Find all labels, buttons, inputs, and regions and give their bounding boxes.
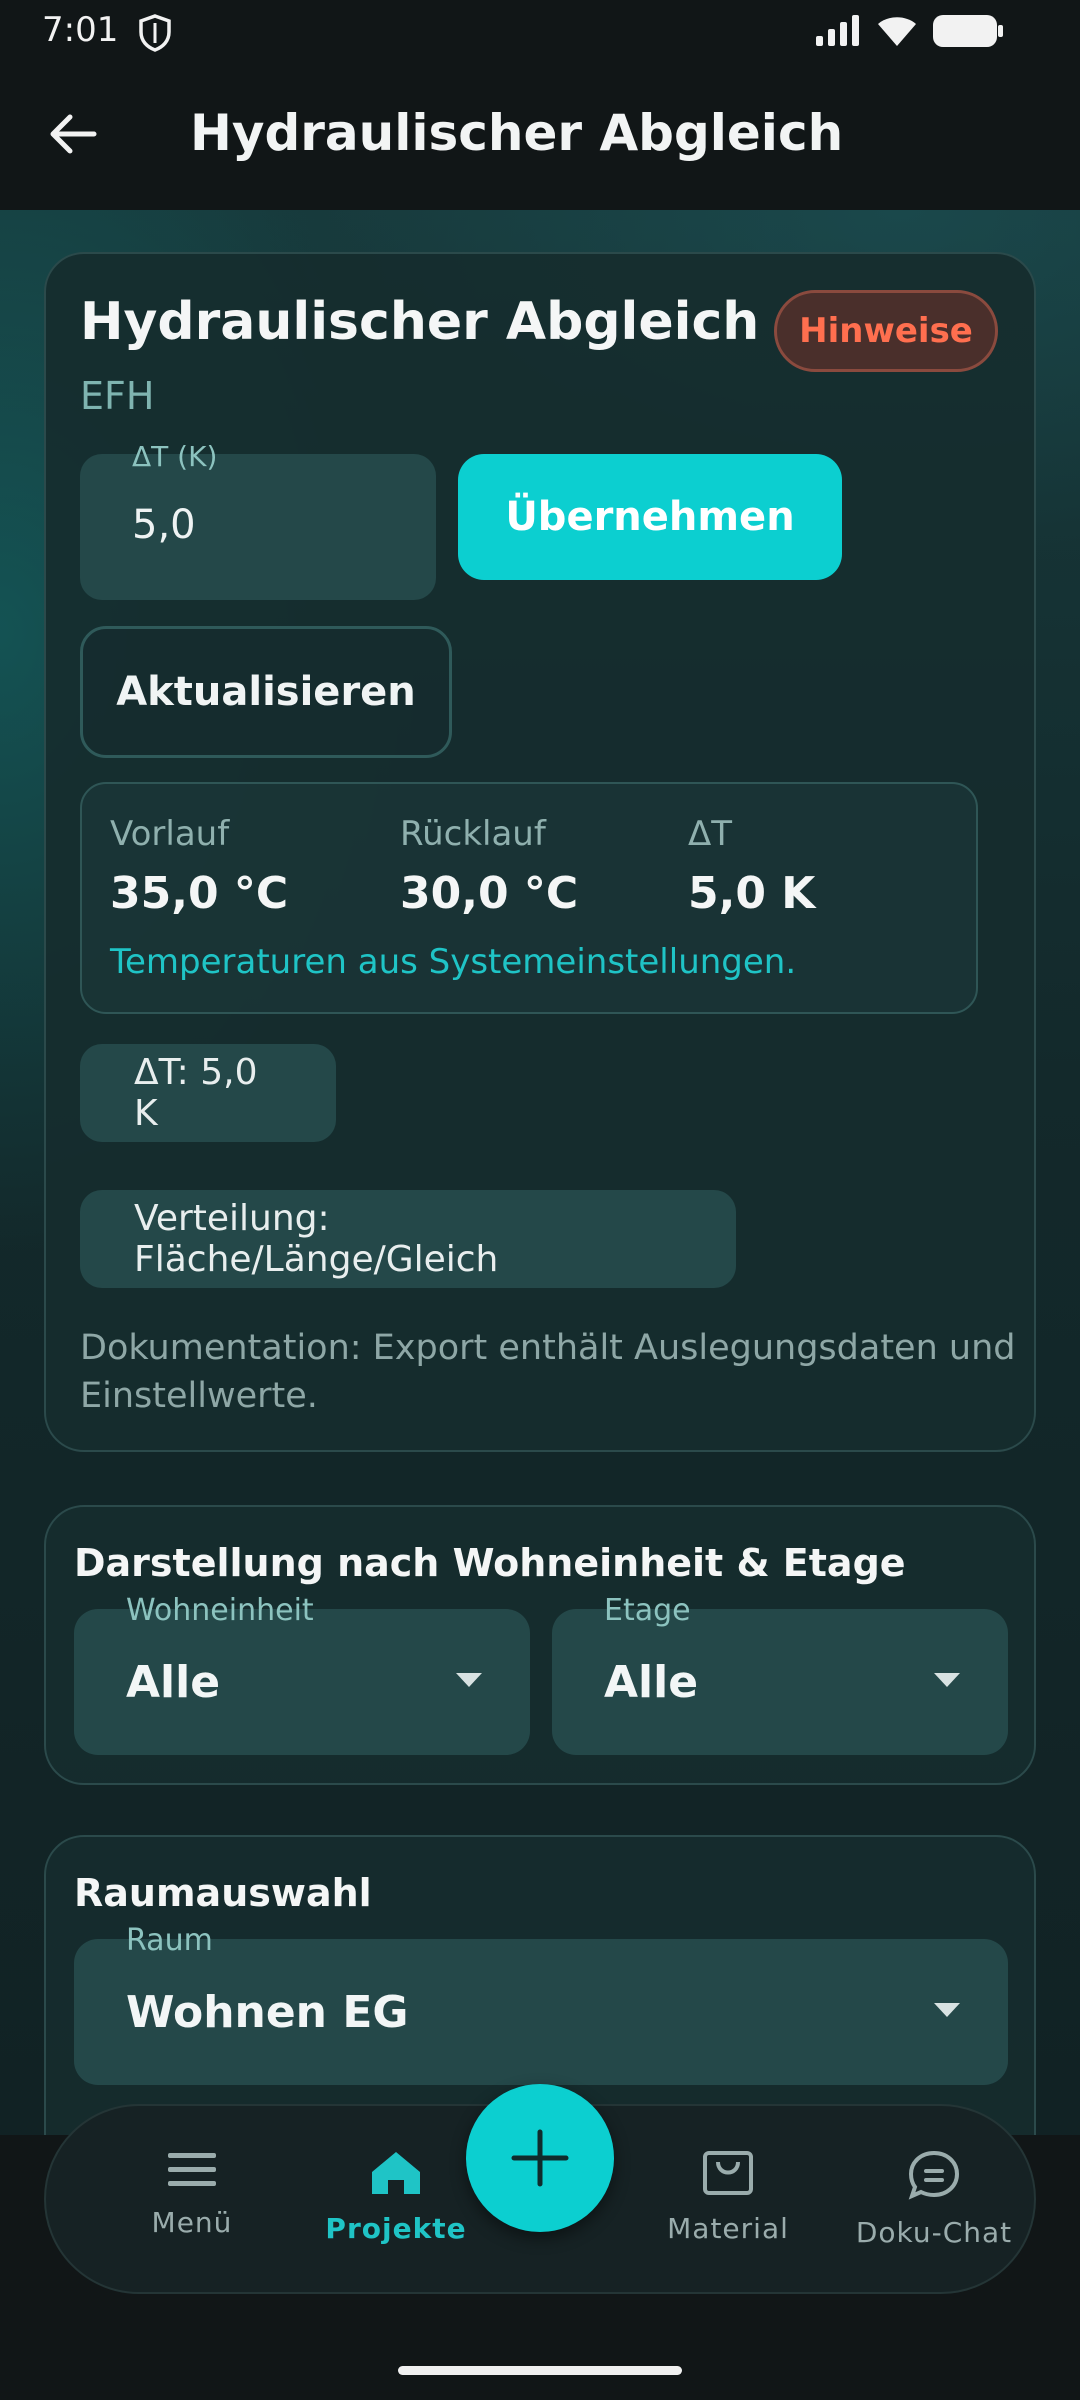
battery-icon [932, 14, 1004, 52]
nav-chat[interactable]: Doku-Chat [834, 2150, 1034, 2249]
documentation-note: Dokumentation: Export enthält Auslegungs… [80, 1328, 1016, 1416]
signal-icon [814, 14, 862, 52]
shield-icon [138, 14, 172, 56]
etage-dropdown[interactable]: Etage Alle [552, 1593, 1008, 1755]
filter-card: Darstellung nach Wohneinheit & Etage Woh… [44, 1505, 1036, 1785]
chevron-down-icon [934, 2003, 960, 2017]
app-bar: Hydraulischer Abgleich [0, 64, 1080, 210]
nav-projects-label: Projekte [325, 2212, 467, 2245]
delta-t-chip[interactable]: ΔT: 5,0 K [80, 1044, 336, 1142]
room-dropdown[interactable]: Raum Wohnen EG [74, 1923, 1008, 2085]
status-time: 7:01 [42, 10, 119, 50]
vorlauf-label: Vorlauf [110, 814, 230, 854]
add-button[interactable] [466, 2084, 614, 2232]
plus-icon [511, 2129, 569, 2187]
room-title: Raumauswahl [74, 1871, 372, 1915]
room-label: Raum [126, 1923, 213, 1958]
content-area: Hydraulischer Abgleich EFH Hinweise ΔT (… [0, 210, 1080, 2135]
delta-t-input[interactable]: ΔT (K) 5,0 [80, 440, 436, 600]
page-title: Hydraulischer Abgleich [190, 104, 844, 162]
wifi-icon [876, 14, 918, 52]
nav-material[interactable]: Material [628, 2150, 828, 2245]
temperature-summary: Vorlauf 35,0 °C Rücklauf 30,0 °C ΔT 5,0 … [80, 782, 978, 1014]
etage-value: Alle [604, 1657, 699, 1708]
wohneinheit-label: Wohneinheit [126, 1593, 314, 1628]
balancing-card: Hydraulischer Abgleich EFH Hinweise ΔT (… [44, 252, 1036, 1452]
card-title: Hydraulischer Abgleich [80, 292, 760, 352]
delta-t-value: 5,0 [132, 502, 196, 548]
home-icon [372, 2152, 420, 2194]
wohneinheit-value: Alle [126, 1657, 221, 1708]
building-type: EFH [80, 374, 155, 418]
distribution-chip[interactable]: Verteilung: Fläche/Länge/Gleich [80, 1190, 736, 1288]
delta-column: ΔT 5,0 K [688, 814, 815, 919]
nav-menu[interactable]: Menü [92, 2150, 292, 2239]
hints-button[interactable]: Hinweise [774, 290, 998, 372]
room-value: Wohnen EG [126, 1987, 409, 2038]
nav-menu-label: Menü [151, 2206, 233, 2239]
nav-material-label: Material [667, 2212, 789, 2245]
temperature-source-note: Temperaturen aus Systemeinstellungen. [110, 942, 797, 982]
delta-t-label: ΔT (K) [132, 440, 218, 473]
ruecklauf-label: Rücklauf [400, 814, 546, 854]
vorlauf-value: 35,0 °C [110, 868, 289, 919]
nav-chat-label: Doku-Chat [855, 2216, 1013, 2249]
apply-button[interactable]: Übernehmen [458, 454, 842, 580]
vorlauf-column: Vorlauf 35,0 °C [110, 814, 288, 919]
refresh-button[interactable]: Aktualisieren [80, 626, 452, 758]
home-indicator[interactable] [398, 2366, 682, 2375]
back-arrow-icon[interactable] [44, 104, 104, 164]
chevron-down-icon [456, 1673, 482, 1687]
menu-icon [168, 2153, 216, 2186]
wohneinheit-dropdown[interactable]: Wohneinheit Alle [74, 1593, 530, 1755]
filter-title: Darstellung nach Wohneinheit & Etage [74, 1541, 906, 1585]
chat-icon [908, 2150, 960, 2200]
delta-value: 5,0 K [688, 868, 816, 919]
ruecklauf-column: Rücklauf 30,0 °C [400, 814, 578, 919]
status-bar: 7:01 [0, 0, 1080, 64]
ruecklauf-value: 30,0 °C [400, 868, 579, 919]
chevron-down-icon [934, 1673, 960, 1687]
delta-label: ΔT [688, 814, 733, 854]
etage-label: Etage [604, 1593, 691, 1628]
shopping-bag-icon [703, 2151, 753, 2195]
